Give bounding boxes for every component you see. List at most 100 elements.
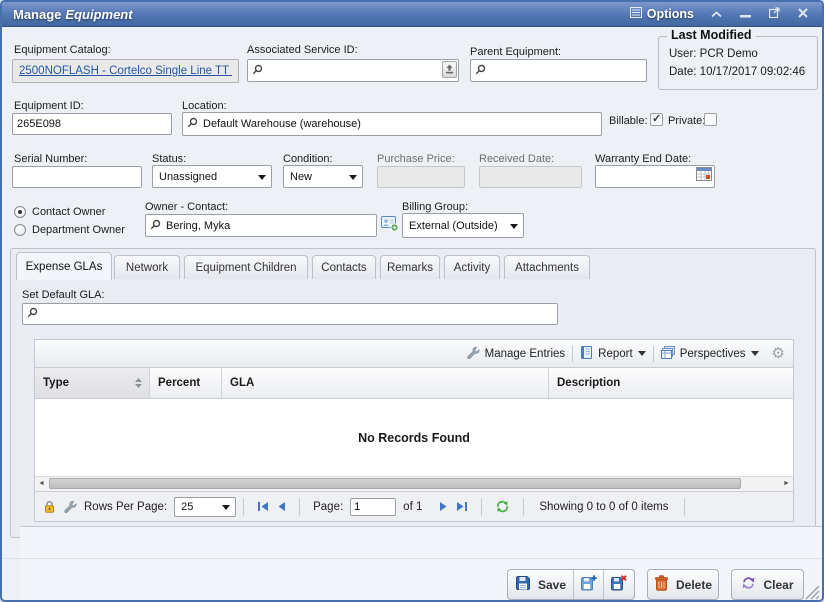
pager-separator bbox=[523, 498, 524, 516]
billable-checkbox[interactable] bbox=[650, 113, 663, 126]
window-title-emphasis: Equipment bbox=[65, 7, 132, 22]
toolbar-separator bbox=[572, 346, 573, 362]
perspectives-button[interactable]: Perspectives bbox=[661, 346, 759, 362]
sort-icon bbox=[134, 377, 143, 392]
column-header-type[interactable]: Type bbox=[35, 368, 150, 398]
clear-button[interactable]: Clear bbox=[731, 569, 804, 600]
service-picker-button[interactable] bbox=[442, 61, 457, 78]
manage-entries-label: Manage Entries bbox=[485, 348, 566, 360]
location-field bbox=[182, 112, 602, 136]
equipment-catalog-link[interactable]: 2500NOFLASH - Cortelco Single Line TT D.… bbox=[19, 65, 232, 77]
window-title-prefix: Manage bbox=[13, 7, 61, 22]
rows-per-page-value: 25 bbox=[181, 501, 193, 513]
rows-per-page-label: Rows Per Page: bbox=[84, 501, 167, 513]
wrench-icon[interactable] bbox=[63, 500, 77, 513]
tab-remarks[interactable]: Remarks bbox=[380, 255, 440, 279]
contact-owner-label: Contact Owner bbox=[32, 206, 105, 218]
save-button[interactable]: Save bbox=[508, 570, 574, 599]
manage-entries-button[interactable]: Manage Entries bbox=[466, 346, 566, 362]
department-owner-radio[interactable] bbox=[14, 224, 26, 236]
condition-select[interactable]: New bbox=[283, 165, 363, 188]
owner-contact-label: Owner - Contact: bbox=[145, 201, 228, 213]
close-button[interactable] bbox=[796, 6, 810, 22]
tab-contacts[interactable]: Contacts bbox=[312, 255, 376, 279]
column-header-gla[interactable]: GLA bbox=[222, 368, 549, 398]
department-owner-option[interactable]: Department Owner bbox=[14, 224, 125, 236]
warranty-end-date-label: Warranty End Date: bbox=[595, 153, 691, 165]
first-page-icon[interactable] bbox=[257, 501, 270, 512]
column-header-description[interactable]: Description bbox=[549, 368, 793, 398]
minimize-button[interactable] bbox=[738, 6, 752, 22]
private-label: Private: bbox=[668, 115, 705, 127]
page-label: Page: bbox=[313, 501, 343, 513]
next-page-icon[interactable] bbox=[439, 501, 448, 512]
prev-page-icon[interactable] bbox=[277, 501, 286, 512]
horizontal-scrollbar[interactable] bbox=[35, 476, 793, 491]
scroll-right-icon[interactable] bbox=[780, 477, 793, 490]
owner-contact-input[interactable] bbox=[145, 214, 377, 237]
gear-icon[interactable] bbox=[772, 346, 785, 361]
associated-service-id-input[interactable] bbox=[247, 59, 459, 82]
save-button-group: Save bbox=[507, 569, 635, 600]
save-icon bbox=[515, 575, 531, 594]
report-label: Report bbox=[598, 348, 633, 360]
set-default-gla-input[interactable] bbox=[22, 303, 558, 325]
billing-group-label: Billing Group: bbox=[402, 201, 468, 213]
billing-group-select[interactable]: External (Outside) bbox=[402, 213, 524, 238]
wrench-icon bbox=[466, 346, 480, 362]
last-modified-legend: Last Modified bbox=[667, 28, 756, 42]
report-icon bbox=[580, 346, 593, 362]
last-modified-date: Date: 10/17/2017 09:02:46 bbox=[669, 66, 805, 78]
manage-equipment-window: Manage Equipment Options Equipment Catalo… bbox=[0, 0, 824, 602]
titlebar: Manage Equipment Options bbox=[2, 2, 822, 27]
scrollbar-thumb[interactable] bbox=[49, 478, 741, 489]
billable-label: Billable: bbox=[609, 115, 648, 127]
save-close-button[interactable] bbox=[604, 570, 634, 599]
equipment-catalog-field: 2500NOFLASH - Cortelco Single Line TT D.… bbox=[12, 59, 239, 83]
column-header-percent[interactable]: Percent bbox=[150, 368, 222, 398]
page-input[interactable] bbox=[350, 498, 396, 516]
popout-button[interactable] bbox=[767, 6, 781, 22]
location-input[interactable] bbox=[182, 112, 602, 136]
billing-group-value: External (Outside) bbox=[409, 220, 498, 232]
close-icon bbox=[798, 5, 808, 23]
rows-per-page-select[interactable]: 25 bbox=[174, 497, 236, 517]
resize-grip[interactable] bbox=[804, 586, 820, 602]
calendar-icon bbox=[696, 166, 712, 186]
collapse-button[interactable] bbox=[709, 6, 723, 22]
tab-expense-glas[interactable]: Expense GLAs bbox=[16, 252, 112, 280]
add-contact-button[interactable] bbox=[381, 215, 399, 237]
equipment-catalog-label: Equipment Catalog: bbox=[14, 44, 111, 56]
delete-button[interactable]: Delete bbox=[647, 569, 719, 600]
column-type-label: Type bbox=[43, 377, 69, 389]
tab-equipment-children[interactable]: Equipment Children bbox=[184, 255, 308, 279]
report-button[interactable]: Report bbox=[580, 346, 646, 362]
set-default-gla-label: Set Default GLA: bbox=[22, 289, 105, 301]
expense-gla-grid: Manage Entries Report Perspectives Type … bbox=[34, 339, 794, 522]
serial-number-label: Serial Number: bbox=[14, 153, 87, 165]
parent-equipment-input[interactable] bbox=[470, 59, 647, 82]
contact-owner-option[interactable]: Contact Owner bbox=[14, 206, 105, 218]
save-new-button[interactable] bbox=[574, 570, 604, 599]
lock-icon[interactable] bbox=[43, 500, 56, 513]
save-close-icon bbox=[611, 575, 627, 594]
scroll-left-icon[interactable] bbox=[35, 477, 48, 490]
tab-activity[interactable]: Activity bbox=[444, 255, 500, 279]
pager-separator bbox=[481, 498, 482, 516]
options-button[interactable]: Options bbox=[630, 7, 694, 21]
equipment-id-input[interactable] bbox=[12, 113, 172, 135]
last-page-icon[interactable] bbox=[455, 501, 468, 512]
private-checkbox[interactable] bbox=[704, 113, 717, 126]
tab-attachments[interactable]: Attachments bbox=[504, 255, 590, 279]
refresh-icon[interactable] bbox=[495, 500, 510, 513]
location-label: Location: bbox=[182, 100, 227, 112]
calendar-button[interactable] bbox=[695, 167, 713, 184]
serial-number-input[interactable] bbox=[12, 166, 142, 188]
status-select[interactable]: Unassigned bbox=[152, 165, 272, 188]
grid-toolbar: Manage Entries Report Perspectives bbox=[35, 340, 793, 368]
contact-owner-radio[interactable] bbox=[14, 206, 26, 218]
status-label: Status: bbox=[152, 153, 186, 165]
tab-network[interactable]: Network bbox=[114, 255, 180, 279]
save-new-icon bbox=[581, 575, 597, 594]
grid-header: Type Percent GLA Description bbox=[35, 368, 793, 399]
